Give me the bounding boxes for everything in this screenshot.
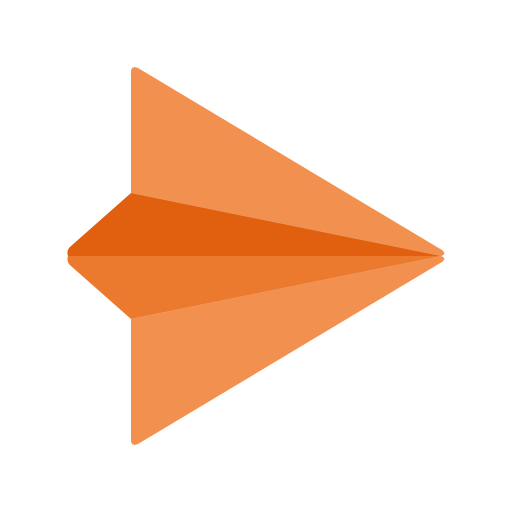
paper-plane-icon — [67, 67, 445, 445]
icon-canvas — [0, 0, 512, 512]
